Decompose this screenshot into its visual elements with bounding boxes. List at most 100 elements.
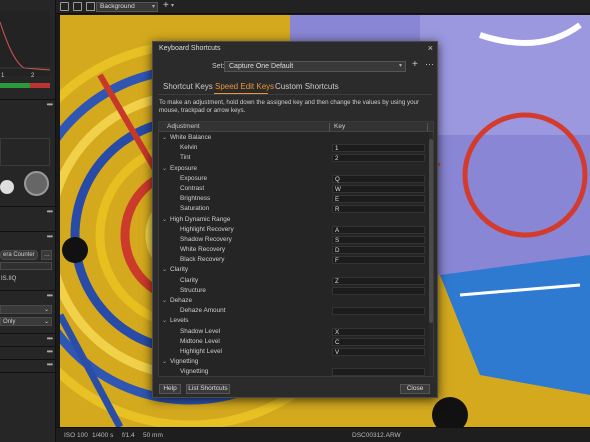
format-select[interactable]: ⌄ — [0, 305, 52, 314]
chevron-down-icon[interactable]: ⌄ — [162, 316, 167, 326]
table-row[interactable]: Tint 2 — [159, 153, 427, 163]
table-row[interactable]: Exposure Q — [159, 174, 427, 184]
envelope-icon[interactable] — [86, 2, 95, 11]
key-field[interactable]: V — [332, 347, 425, 356]
key-field[interactable]: 2 — [332, 154, 425, 163]
scrollbar-thumb[interactable] — [429, 139, 433, 323]
chevron-down-icon[interactable]: ⌄ — [162, 357, 167, 367]
panel-menu-dots[interactable]: ••• — [47, 334, 53, 343]
grid-view-icon[interactable] — [60, 2, 69, 11]
dialog-title: Keyboard Shortcuts — [159, 45, 221, 52]
adjustment-name: White Balance — [170, 134, 212, 141]
table-row[interactable]: Brightness E — [159, 194, 427, 204]
adjustment-name: Tint — [180, 154, 191, 162]
add-set-icon[interactable]: + — [412, 59, 418, 70]
adjustment-name: Shadow Level — [180, 327, 221, 335]
shortcut-set-select[interactable]: Capture One Default ▾ — [224, 61, 406, 72]
group-row[interactable]: ⌄ Dehaze — [159, 296, 427, 306]
camera-icon[interactable] — [0, 180, 14, 194]
close-icon[interactable]: × — [428, 43, 433, 53]
left-tool-panel: 1 2 ••• ••• ••• era Counter … IS.IIQ •••… — [0, 0, 56, 442]
adjustment-name: Dehaze Amount — [180, 307, 226, 315]
key-field[interactable]: 1 — [332, 144, 425, 153]
table-row[interactable]: Structure — [159, 286, 427, 296]
tab-custom-shortcuts[interactable]: Custom Shortcuts — [275, 82, 339, 91]
group-row[interactable]: ⌄ High Dynamic Range — [159, 215, 427, 225]
key-field[interactable] — [332, 368, 425, 376]
camera-counter-token[interactable]: era Counter — [0, 250, 38, 260]
panel-menu-dots[interactable]: ••• — [47, 207, 53, 216]
group-row[interactable]: ⌄ Levels — [159, 316, 427, 326]
adjustment-name: Black Recovery — [180, 256, 225, 264]
column-header-key[interactable]: Key — [334, 123, 345, 130]
key-field[interactable]: D — [332, 246, 425, 255]
only-select[interactable]: Only ⌄ — [0, 317, 52, 326]
capture-button[interactable] — [24, 171, 49, 196]
table-row[interactable]: Shadow Recovery S — [159, 235, 427, 245]
table-row[interactable]: Highlight Recovery A — [159, 225, 427, 235]
panel-menu-dots[interactable]: ••• — [47, 347, 53, 356]
single-view-icon[interactable] — [73, 2, 82, 11]
status-bar: ISO 100 1/400 s f/1.4 50 mm DSC00312.ARW — [56, 427, 590, 442]
table-row[interactable]: Midtone Level C — [159, 337, 427, 347]
table-row[interactable]: Saturation R — [159, 204, 427, 214]
table-row[interactable]: Contrast W — [159, 184, 427, 194]
table-scrollbar[interactable] — [429, 133, 433, 376]
panel-menu-dots[interactable]: ••• — [47, 291, 53, 300]
view-select[interactable]: Background ▾ — [96, 2, 158, 12]
table-row[interactable]: Vignetting — [159, 367, 427, 376]
key-field[interactable] — [332, 307, 425, 316]
adjustment-name: Clarity — [180, 276, 199, 284]
column-divider[interactable] — [329, 123, 330, 131]
key-field[interactable]: Z — [332, 276, 425, 285]
key-field[interactable]: X — [332, 327, 425, 336]
adjustment-name: Vignetting — [170, 358, 199, 366]
key-field[interactable]: C — [332, 337, 425, 346]
panel-menu-dots[interactable]: ••• — [47, 232, 53, 241]
key-field[interactable]: S — [332, 235, 425, 244]
tab-speed-edit-keys[interactable]: Speed Edit Keys — [215, 82, 274, 91]
table-row[interactable]: Clarity Z — [159, 276, 427, 286]
key-field[interactable] — [332, 286, 425, 295]
panel-menu-dots[interactable]: ••• — [47, 360, 53, 369]
key-field[interactable]: A — [332, 225, 425, 234]
adjustment-name: Highlight Level — [180, 347, 222, 355]
chevron-down-icon[interactable]: ▾ — [171, 2, 174, 9]
more-options-icon[interactable]: ··· — [425, 59, 434, 69]
chevron-down-icon[interactable]: ⌄ — [162, 265, 167, 275]
group-row[interactable]: ⌄ Vignetting — [159, 357, 427, 367]
chevron-down-icon[interactable]: ⌄ — [162, 133, 167, 143]
chevron-down-icon[interactable]: ⌄ — [162, 164, 167, 174]
key-field[interactable]: Q — [332, 174, 425, 183]
panel-menu-dots[interactable]: ••• — [47, 100, 53, 109]
key-field[interactable]: W — [332, 184, 425, 193]
curve-graph[interactable] — [0, 10, 56, 90]
list-shortcuts-button[interactable]: List Shortcuts — [186, 384, 230, 394]
curve-tick-2: 2 — [31, 73, 35, 79]
more-button[interactable]: … — [41, 250, 52, 260]
chevron-down-icon[interactable]: ⌄ — [162, 215, 167, 225]
column-divider[interactable] — [427, 123, 428, 131]
table-row[interactable]: Highlight Level V — [159, 347, 427, 357]
table-row[interactable]: White Recovery D — [159, 245, 427, 255]
table-row[interactable]: Shadow Level X — [159, 327, 427, 337]
tab-shortcut-keys[interactable]: Shortcut Keys — [163, 82, 213, 91]
group-row[interactable]: ⌄ White Balance — [159, 133, 427, 143]
key-field[interactable]: E — [332, 195, 425, 204]
add-icon[interactable]: + — [163, 0, 169, 11]
key-field[interactable]: R — [332, 205, 425, 214]
group-row[interactable]: ⌄ Exposure — [159, 164, 427, 174]
table-row[interactable]: Kelvin 1 — [159, 143, 427, 153]
adjustment-name: Exposure — [170, 164, 197, 172]
name-preview — [0, 262, 52, 270]
close-button[interactable]: Close — [400, 384, 430, 394]
key-field[interactable]: F — [332, 256, 425, 265]
chevron-down-icon[interactable]: ⌄ — [162, 296, 167, 306]
help-button[interactable]: Help — [159, 384, 181, 394]
active-tab-indicator — [214, 93, 268, 94]
instructions-text: To make an adjustment, hold down the ass… — [159, 99, 420, 114]
table-row[interactable]: Black Recovery F — [159, 255, 427, 265]
group-row[interactable]: ⌄ Clarity — [159, 265, 427, 275]
column-header-adjustment[interactable]: Adjustment — [167, 123, 200, 130]
table-row[interactable]: Dehaze Amount — [159, 306, 427, 316]
